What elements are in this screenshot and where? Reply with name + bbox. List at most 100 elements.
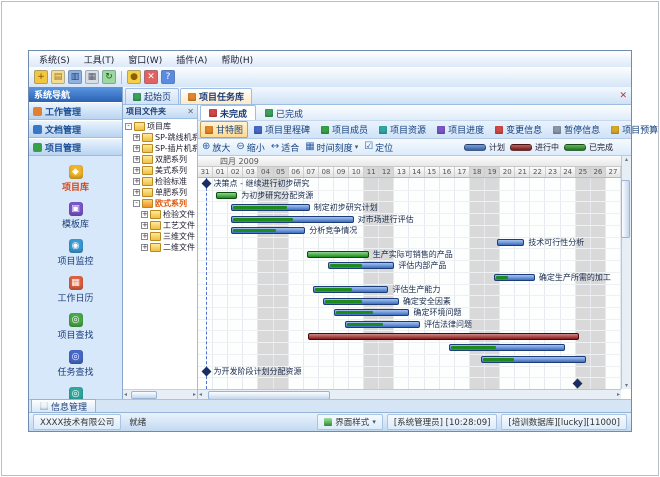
- gantt-bar[interactable]: [231, 227, 305, 234]
- gantt-horizontal-scrollbar[interactable]: ◂ ▸: [198, 389, 621, 399]
- sidebar-item-5[interactable]: ◎任务查找: [29, 346, 122, 383]
- gantt-bar[interactable]: [231, 216, 353, 223]
- help-icon[interactable]: ?: [161, 70, 175, 84]
- tree-item[interactable]: +检验标准: [125, 176, 197, 187]
- sidebar-item-1[interactable]: ▣模板库: [29, 198, 122, 235]
- sidebar-item-3[interactable]: ▦工作日历: [29, 272, 122, 309]
- gantt-bar[interactable]: [345, 321, 421, 328]
- scroll-down-icon[interactable]: ▾: [625, 382, 628, 389]
- scroll-up-icon[interactable]: ▴: [625, 156, 628, 163]
- refresh-icon[interactable]: ↻: [102, 70, 116, 84]
- gantt-bar[interactable]: [334, 309, 410, 316]
- fit-button[interactable]: ↔适合: [271, 141, 299, 154]
- zoom-out-button[interactable]: ⊖缩小: [236, 141, 264, 154]
- gantt-bar[interactable]: [308, 333, 578, 340]
- database-info: [培训数据库][lucky][11000]: [501, 414, 627, 430]
- menu-item-4[interactable]: 帮助(H): [215, 52, 259, 67]
- locate-button[interactable]: ☑定位: [364, 141, 393, 154]
- tree-expander-icon[interactable]: +: [133, 134, 140, 141]
- gantt-bar[interactable]: [481, 356, 587, 363]
- sidebar-item-2[interactable]: ◉项目监控: [29, 235, 122, 272]
- sidebar-item-6[interactable]: ◎项目文档查找: [29, 383, 122, 399]
- save-icon[interactable]: ▥: [68, 70, 82, 84]
- gantt-bar[interactable]: [328, 262, 394, 269]
- lock-icon[interactable]: ●: [127, 70, 141, 84]
- sidebar-item-4[interactable]: ◎项目查找: [29, 309, 122, 346]
- tree-expander-icon[interactable]: +: [133, 178, 140, 185]
- tree-expander-icon[interactable]: -: [125, 123, 132, 130]
- tree-expander-icon[interactable]: +: [141, 244, 148, 251]
- doc-tab-1[interactable]: 项目任务库: [180, 88, 252, 104]
- tree-expander-icon[interactable]: +: [141, 211, 148, 218]
- tree-item[interactable]: +SP-跳线机系列: [125, 132, 197, 143]
- scrollbar-thumb[interactable]: [131, 391, 157, 399]
- tree-item[interactable]: +二维文件: [125, 242, 197, 253]
- menu-item-2[interactable]: 窗口(W): [122, 52, 168, 67]
- tree-item[interactable]: -项目库: [125, 121, 197, 132]
- tree-item[interactable]: +美式系列: [125, 165, 197, 176]
- new-icon[interactable]: +: [34, 70, 48, 84]
- nav-group-2[interactable]: 项目管理: [29, 138, 122, 156]
- tree-item[interactable]: +单肥系列: [125, 187, 197, 198]
- view-button-6[interactable]: 暂停信息: [548, 121, 605, 138]
- chevron-down-icon: ▾: [355, 143, 359, 151]
- folder-horizontal-scrollbar[interactable]: ◂ ▸: [123, 389, 197, 399]
- gantt-bar[interactable]: [497, 239, 524, 246]
- doc-tab-0[interactable]: 起始页: [125, 88, 179, 104]
- view-button-label: 项目里程碑: [265, 123, 310, 136]
- task-tab-0[interactable]: 未完成: [200, 105, 256, 120]
- info-management-tab[interactable]: 信息管理: [31, 399, 96, 412]
- ui-style-selector[interactable]: 界面样式 ▾: [317, 414, 383, 430]
- view-button-2[interactable]: 项目成员: [316, 121, 373, 138]
- scroll-right-icon[interactable]: ▸: [193, 391, 196, 398]
- time-scale-button[interactable]: ▦时间刻度▾: [305, 141, 358, 154]
- scroll-left-icon[interactable]: ◂: [199, 391, 202, 398]
- fit-icon: ↔: [271, 142, 279, 152]
- tree-item[interactable]: +检验文件: [125, 209, 197, 220]
- tree-expander-icon[interactable]: +: [141, 233, 148, 240]
- gantt-bar[interactable]: [216, 192, 237, 199]
- tree-expander-icon[interactable]: +: [133, 156, 140, 163]
- menu-item-0[interactable]: 系统(S): [33, 52, 76, 67]
- stop-icon[interactable]: ✕: [144, 70, 158, 84]
- tree-expander-icon[interactable]: +: [133, 145, 140, 152]
- tree-item[interactable]: +三维文件: [125, 231, 197, 242]
- tree-item[interactable]: +SP-插片机系列: [125, 143, 197, 154]
- close-document-icon[interactable]: ✕: [619, 92, 627, 101]
- tree-expander-icon[interactable]: +: [141, 222, 148, 229]
- print-icon[interactable]: ▦: [85, 70, 99, 84]
- view-button-1[interactable]: 项目里程碑: [249, 121, 315, 138]
- view-button-5[interactable]: 变更信息: [490, 121, 547, 138]
- nav-group-1[interactable]: 文档管理: [29, 120, 122, 138]
- view-button-4[interactable]: 项目进度: [432, 121, 489, 138]
- view-button-0[interactable]: 甘特图: [200, 121, 248, 138]
- gantt-bar[interactable]: [323, 298, 399, 305]
- zoom-in-button[interactable]: ⊕放大: [202, 141, 230, 154]
- tree-item[interactable]: +工艺文件: [125, 220, 197, 231]
- scrollbar-thumb[interactable]: [208, 391, 330, 399]
- view-button-3[interactable]: 项目资源: [374, 121, 431, 138]
- tree-expander-icon[interactable]: +: [133, 167, 140, 174]
- gantt-bar[interactable]: [449, 344, 565, 351]
- gantt-bar[interactable]: [494, 274, 535, 281]
- open-folder-icon[interactable]: ▤: [51, 70, 65, 84]
- gantt-bar[interactable]: [307, 251, 369, 258]
- view-button-7[interactable]: 项目预算: [606, 121, 660, 138]
- scrollbar-thumb[interactable]: [621, 180, 630, 238]
- task-tab-1[interactable]: 已完成: [257, 106, 311, 120]
- sidebar-item-0[interactable]: ◆项目库: [29, 161, 122, 198]
- scroll-right-icon[interactable]: ▸: [617, 391, 620, 398]
- tree-item[interactable]: -欧式系列: [125, 198, 197, 209]
- nav-group-0[interactable]: 工作管理: [29, 102, 122, 120]
- gantt-bar[interactable]: [231, 204, 310, 211]
- tree-expander-icon[interactable]: +: [133, 189, 140, 196]
- tree-expander-icon[interactable]: -: [133, 200, 140, 207]
- tree-item[interactable]: +双肥系列: [125, 154, 197, 165]
- gantt-vertical-scrollbar[interactable]: ▴ ▾: [621, 156, 631, 389]
- close-icon[interactable]: ✕: [187, 107, 194, 116]
- gantt-progress: [451, 346, 497, 349]
- gantt-bar[interactable]: [313, 286, 389, 293]
- menu-item-1[interactable]: 工具(T): [78, 52, 121, 67]
- scroll-left-icon[interactable]: ◂: [124, 391, 127, 398]
- menu-item-3[interactable]: 插件(A): [170, 52, 213, 67]
